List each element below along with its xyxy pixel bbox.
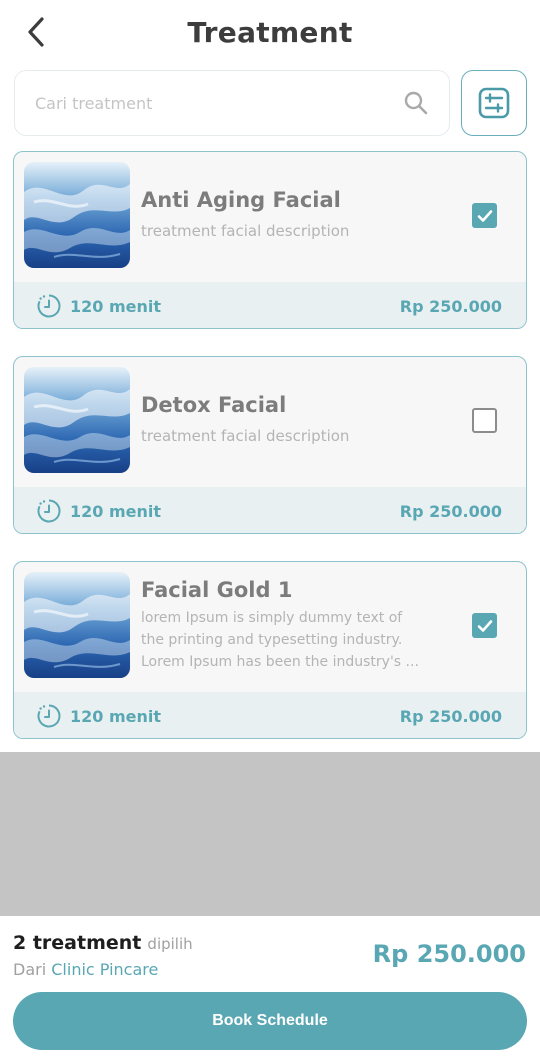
header: Treatment (0, 0, 540, 64)
treatment-image (24, 367, 130, 473)
price-text: Rp 250.000 (399, 706, 502, 726)
clinic-name: Clinic Pincare (51, 960, 159, 979)
duration-text: 120 menit (70, 706, 162, 726)
treatment-image (24, 162, 130, 268)
treatment-name: Facial Gold 1 (141, 578, 293, 602)
duration-text: 120 menit (70, 296, 162, 316)
description-line: the printing and typesetting industry. (141, 632, 403, 648)
price-text: Rp 250.000 (399, 501, 502, 521)
chevron-left-icon (28, 17, 44, 47)
search-input[interactable] (35, 93, 395, 113)
check-icon (477, 619, 492, 632)
clock-icon (37, 704, 61, 728)
duration-text: 120 menit (70, 501, 162, 521)
price-text: Rp 250.000 (399, 296, 502, 316)
check-icon (477, 209, 492, 222)
treatment-name: Anti Aging Facial (141, 188, 341, 212)
treatment-description: treatment facial description (141, 427, 350, 445)
selected-count-suffix: dipilih (147, 935, 193, 953)
description-line: lorem Ipsum is simply dummy text of (141, 610, 403, 626)
back-button[interactable] (20, 14, 52, 50)
treatment-meta: 120 menit Rp 250.000 (14, 487, 526, 533)
sliders-icon (478, 87, 510, 119)
description-line: Lorem Ipsum has been the industry's ... (141, 654, 419, 670)
empty-overlay-area (0, 752, 540, 916)
clock-icon (37, 294, 61, 318)
total-price: Rp 250.000 (372, 940, 526, 968)
treatment-meta: 120 menit Rp 250.000 (14, 282, 526, 328)
treatment-card[interactable]: Facial Gold 1 lorem Ipsum is simply dumm… (13, 561, 527, 739)
treatment-description: lorem Ipsum is simply dummy text of the … (141, 607, 461, 673)
treatment-checkbox[interactable] (472, 613, 497, 638)
treatment-description: treatment facial description (141, 222, 350, 240)
treatment-meta: 120 menit Rp 250.000 (14, 692, 526, 738)
treatment-checkbox[interactable] (472, 408, 497, 433)
treatment-checkbox[interactable] (472, 203, 497, 228)
treatment-card[interactable]: Detox Facial treatment facial descriptio… (13, 356, 527, 534)
selected-count-value: 2 treatment (13, 932, 142, 954)
selected-count: 2 treatment dipilih (13, 932, 193, 954)
treatment-name: Detox Facial (141, 393, 287, 417)
treatment-image (24, 572, 130, 678)
book-schedule-button[interactable]: Book Schedule (13, 992, 527, 1050)
search-icon[interactable] (403, 90, 429, 116)
page-title: Treatment (187, 15, 353, 49)
clock-icon (37, 499, 61, 523)
search-box[interactable] (14, 70, 450, 136)
treatment-card[interactable]: Anti Aging Facial treatment facial descr… (13, 151, 527, 329)
selection-footer: 2 treatment dipilih Dari Clinic Pincare … (0, 916, 540, 1064)
clinic-prefix: Dari (13, 960, 47, 979)
clinic-info: Dari Clinic Pincare (13, 960, 158, 979)
filter-button[interactable] (461, 70, 527, 136)
